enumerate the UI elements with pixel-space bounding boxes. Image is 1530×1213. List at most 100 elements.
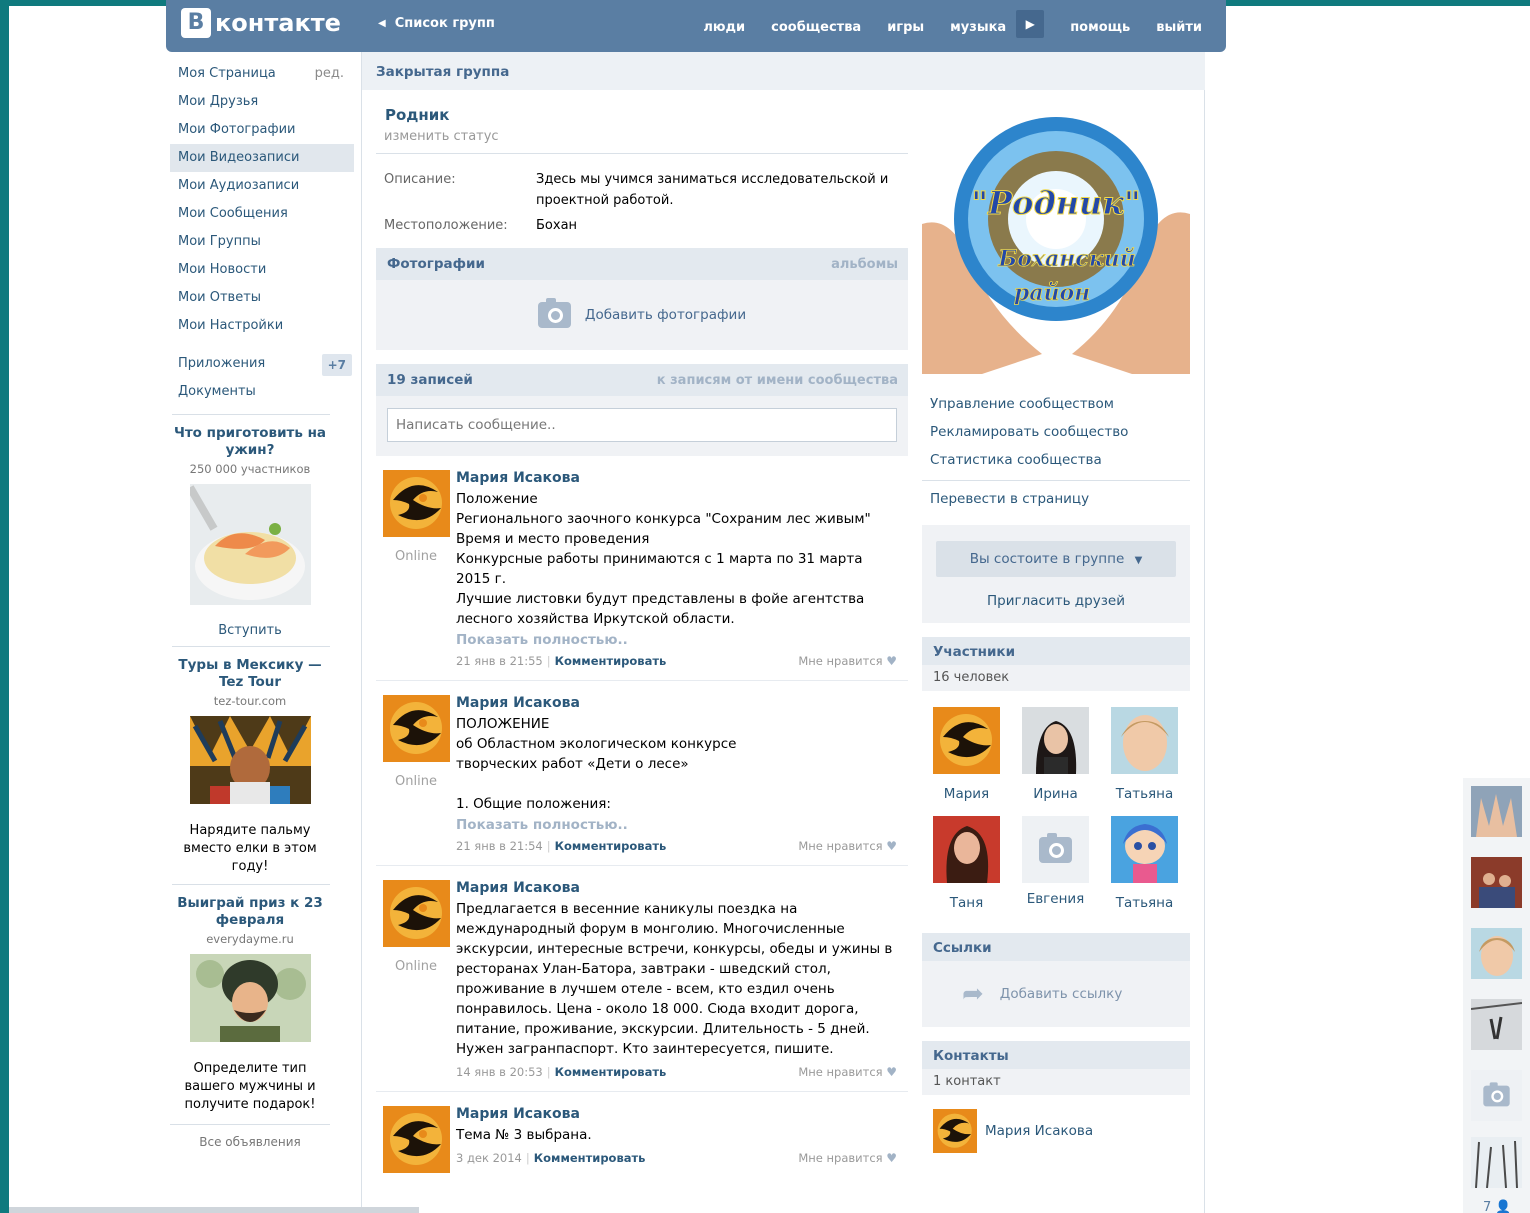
author-avatar[interactable]	[382, 880, 450, 947]
sidebar-item-photos[interactable]: Мои Фотографии	[170, 116, 354, 144]
comment-link[interactable]: Комментировать	[555, 839, 667, 853]
community-stats-link[interactable]: Статистика сообщества	[922, 446, 1190, 474]
ad-block[interactable]: Что приготовить на ужин? 250 000 участни…	[170, 425, 330, 638]
ad-image-chief[interactable]	[189, 716, 311, 804]
contact-name[interactable]: Мария Исакова	[985, 1123, 1093, 1139]
back-to-groups-link[interactable]: ◀ Список групп	[378, 16, 495, 31]
add-photos-button[interactable]: Добавить фотографии	[376, 280, 908, 350]
member-name[interactable]: Татьяна	[1100, 786, 1189, 802]
sidebar-item-documents[interactable]: Документы	[170, 378, 354, 406]
thumbnail-girl[interactable]	[1471, 928, 1522, 979]
member-avatar[interactable]	[1111, 707, 1178, 774]
ad-block[interactable]: Туры в Мексику — Tez Tour tez-tour.com Н…	[170, 657, 330, 876]
post-date[interactable]: 3 дек 2014	[456, 1151, 522, 1165]
member-avatar[interactable]	[933, 816, 1000, 883]
contacts-section-header[interactable]: Контакты	[922, 1041, 1190, 1069]
post-date[interactable]: 14 янв в 20:53	[456, 1065, 543, 1079]
ad-block[interactable]: Выиграй приз к 23 февраля everydayme.ru …	[170, 895, 330, 1114]
sidebar-item-apps[interactable]: Приложения +7	[170, 350, 354, 378]
member-card[interactable]: Таня	[922, 816, 1011, 911]
wall-count[interactable]: 19 записей	[387, 372, 473, 388]
member-avatar[interactable]	[1022, 707, 1089, 774]
ad-title[interactable]: Выиграй приз к 23 февраля	[170, 895, 330, 929]
sidebar-item-news[interactable]: Мои Новости	[170, 256, 354, 284]
ad-image-soldier[interactable]	[189, 954, 311, 1042]
post-author[interactable]: Мария Исакова	[456, 1106, 897, 1122]
invite-friends-button[interactable]: Пригласить друзей	[936, 593, 1176, 609]
members-count[interactable]: 16 человек	[922, 665, 1190, 691]
post-input[interactable]: Написать сообщение..	[387, 408, 897, 442]
play-icon[interactable]: ▶	[1016, 10, 1045, 38]
thumbnail-gym[interactable]	[1470, 999, 1523, 1050]
nav-help[interactable]: помощь	[1070, 20, 1130, 35]
post-date[interactable]: 21 янв в 21:55	[456, 654, 543, 668]
contacts-count[interactable]: 1 контакт	[922, 1069, 1190, 1095]
comment-link[interactable]: Комментировать	[534, 1151, 646, 1165]
membership-dropdown[interactable]: Вы состоите в группе ▼	[936, 541, 1176, 577]
change-status-link[interactable]: изменить статус	[384, 129, 908, 144]
manage-community-link[interactable]: Управление сообществом	[922, 390, 1190, 418]
comment-link[interactable]: Комментировать	[555, 654, 667, 668]
like-button[interactable]: Мне нравится ♥	[798, 839, 897, 853]
contact-item[interactable]: Мария Исакова	[922, 1109, 1190, 1153]
member-card[interactable]: Татьяна	[1100, 816, 1189, 911]
member-avatar[interactable]	[1022, 816, 1089, 883]
show-more-link[interactable]: Показать полностью..	[456, 817, 897, 833]
member-card[interactable]: Татьяна	[1100, 707, 1189, 802]
sidebar-item-groups[interactable]: Мои Группы	[170, 228, 354, 256]
sidebar-item-friends[interactable]: Мои Друзья	[170, 88, 354, 116]
sidebar-item-settings[interactable]: Мои Настройки	[170, 312, 354, 340]
links-section-header[interactable]: Ссылки	[922, 933, 1190, 961]
like-button[interactable]: Мне нравится ♥	[798, 654, 897, 668]
member-card[interactable]: Евгения	[1011, 816, 1100, 911]
ad-image-food[interactable]	[186, 484, 311, 605]
member-card[interactable]: Ирина	[1011, 707, 1100, 802]
member-avatar[interactable]	[1111, 816, 1178, 883]
post-author[interactable]: Мария Исакова	[456, 695, 897, 711]
sidebar-item-audio[interactable]: Мои Аудиозаписи	[170, 172, 354, 200]
nav-logout[interactable]: выйти	[1156, 20, 1202, 35]
nav-music[interactable]: музыка	[950, 20, 1006, 35]
photos-title[interactable]: Фотографии	[387, 256, 485, 272]
contact-avatar[interactable]	[933, 1109, 977, 1153]
ad-title[interactable]: Туры в Мексику — Tez Tour	[170, 657, 330, 691]
thumbnail-placeholder[interactable]	[1471, 1070, 1522, 1121]
post-date[interactable]: 21 янв в 21:54	[456, 839, 543, 853]
sidebar-item-my-page[interactable]: Моя Страница ред.	[170, 60, 354, 88]
wall-filter-link[interactable]: к записям от имени сообщества	[657, 373, 898, 388]
thumbnail-group[interactable]	[1471, 857, 1522, 908]
nav-people[interactable]: люди	[703, 20, 745, 35]
add-link-button[interactable]: ➦ Добавить ссылку	[922, 961, 1190, 1027]
edit-link[interactable]: ред.	[315, 60, 344, 88]
members-section-header[interactable]: Участники	[922, 637, 1190, 665]
post-author[interactable]: Мария Исакова	[456, 880, 897, 896]
sidebar-item-messages[interactable]: Мои Сообщения	[170, 200, 354, 228]
nav-communities[interactable]: сообщества	[771, 20, 861, 35]
author-avatar[interactable]	[382, 695, 450, 762]
author-avatar[interactable]	[382, 1106, 450, 1173]
show-more-link[interactable]: Показать полностью..	[456, 632, 897, 648]
sidebar-item-answers[interactable]: Мои Ответы	[170, 284, 354, 312]
like-button[interactable]: Мне нравится ♥	[798, 1151, 897, 1165]
member-name[interactable]: Мария	[922, 786, 1011, 802]
join-button[interactable]: Вступить	[170, 623, 330, 638]
ad-title[interactable]: Что приготовить на ужин?	[170, 425, 330, 459]
member-card[interactable]: Мария	[922, 707, 1011, 802]
advertise-community-link[interactable]: Рекламировать сообщество	[922, 418, 1190, 446]
member-name[interactable]: Татьяна	[1100, 895, 1189, 911]
member-name[interactable]: Таня	[922, 895, 1011, 911]
thumbnail-hands[interactable]	[1471, 786, 1522, 837]
sidebar-item-videos[interactable]: Мои Видеозаписи	[170, 144, 354, 172]
vk-logo[interactable]: В контакте	[181, 8, 341, 38]
member-name[interactable]: Ирина	[1011, 786, 1100, 802]
horizontal-scrollbar[interactable]	[9, 1207, 419, 1213]
member-avatar[interactable]	[933, 707, 1000, 774]
comment-link[interactable]: Комментировать	[555, 1065, 667, 1079]
thumbnail-winter[interactable]	[1471, 1137, 1522, 1189]
like-button[interactable]: Мне нравится ♥	[798, 1065, 897, 1079]
member-name[interactable]: Евгения	[1011, 891, 1100, 907]
convert-to-page-link[interactable]: Перевести в страницу	[922, 485, 1190, 513]
nav-games[interactable]: игры	[887, 20, 924, 35]
albums-link[interactable]: альбомы	[831, 257, 898, 272]
group-logo[interactable]: "Родник" Боханский район	[922, 104, 1190, 374]
